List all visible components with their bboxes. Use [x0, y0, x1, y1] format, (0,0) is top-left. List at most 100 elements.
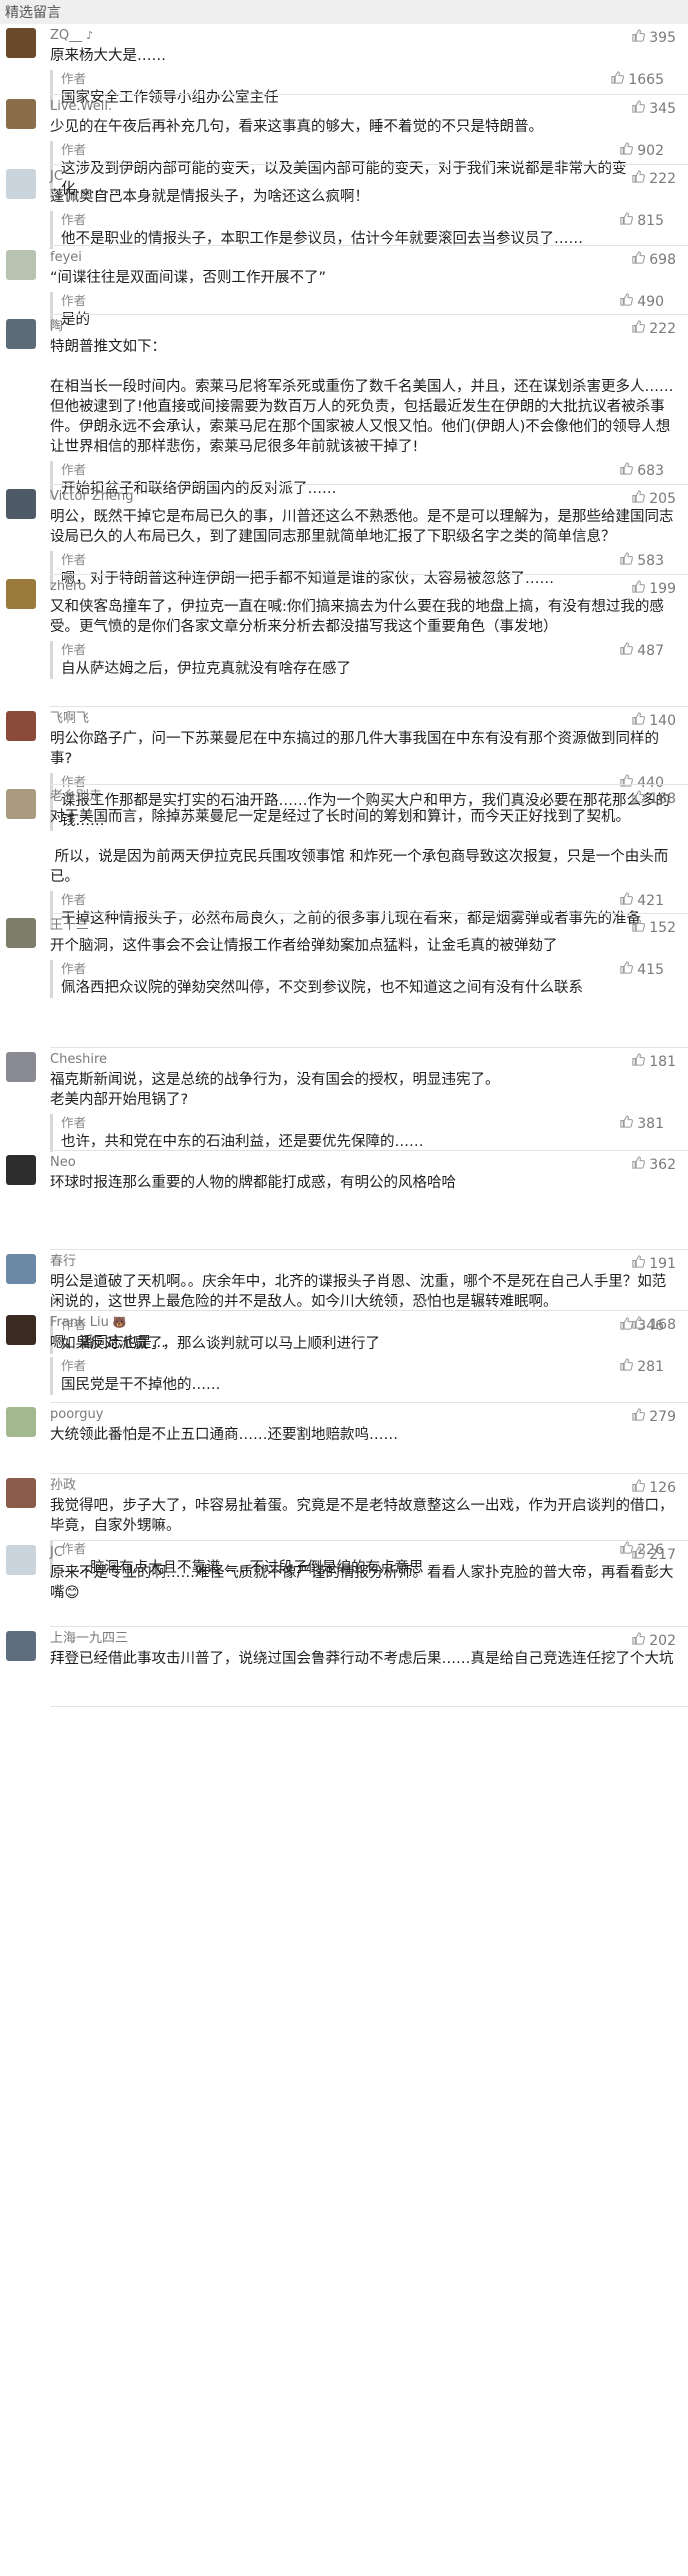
like-button[interactable]: 345 — [631, 99, 676, 118]
like-button[interactable]: 202 — [631, 1631, 676, 1650]
comment-nickname[interactable]: Live.Well. — [50, 95, 676, 117]
nickname-text: poorguy — [50, 1407, 104, 1422]
avatar[interactable] — [6, 319, 36, 349]
comment-text: 对于美国而言，除掉苏莱曼尼一定是经过了长时间的筹划和算计，而今天正好找到了契机。… — [50, 809, 669, 885]
avatar[interactable] — [6, 579, 36, 609]
comment-text: 拜登已经借此事攻击川普了，说绕过国会鲁莽行动不考虑后果……真是给自己竞选连任挖了… — [50, 1651, 674, 1667]
like-count: 126 — [649, 1479, 676, 1496]
nickname-text: 上海一九四三 — [50, 1631, 129, 1646]
nickname-text: 王十三 — [50, 918, 90, 933]
avatar[interactable] — [6, 711, 36, 741]
like-button[interactable]: 205 — [631, 489, 676, 508]
like-count: 199 — [649, 580, 676, 597]
thumb-up-icon — [631, 711, 646, 730]
comment-text: 明公你路子广，问一下苏莱曼尼在中东搞过的那几件大事我国在中东有没有那个资源做到同… — [50, 731, 659, 767]
like-button[interactable]: 199 — [631, 579, 676, 598]
comment-nickname[interactable]: 老乡别走 — [50, 785, 676, 807]
comment-item: ZQ__ ♪ 395 原来杨大大是…… 作者 1665 国家安全工作领导小组办公室主任 — [0, 24, 688, 108]
avatar[interactable] — [6, 1052, 36, 1082]
reply-like-count: 415 — [637, 961, 664, 978]
reply-like-button[interactable]: 381 — [619, 1114, 664, 1133]
like-button[interactable]: 140 — [631, 711, 676, 730]
avatar[interactable] — [6, 918, 36, 948]
author-label: 作者 — [61, 961, 87, 976]
comment-nickname[interactable]: feyei — [50, 246, 676, 268]
like-button[interactable]: 395 — [631, 28, 676, 47]
comment-nickname[interactable]: Cheshire — [50, 1048, 676, 1070]
comment-item: 陶 222 特朗普推文如下： 在相当长一段时间内。索莱马尼将军杀死或重伤了数千名美国… — [0, 315, 688, 499]
comment-text: 福克斯新闻说，这是总统的战争行为，没有国会的授权，明显违宪了。 老美内部开始甩锅… — [50, 1072, 500, 1108]
like-button[interactable]: 181 — [631, 1052, 676, 1071]
comment-nickname[interactable]: 上海一九四三 — [50, 1627, 676, 1649]
reply-text: 自从萨达姆之后，伊拉克真就没有啥存在感了 — [61, 661, 351, 677]
nickname-text: 陶 — [50, 319, 64, 334]
thumb-up-icon — [631, 250, 646, 269]
comment-nickname[interactable]: Victor Zheng — [50, 485, 676, 507]
thumb-up-icon — [619, 960, 634, 979]
like-button[interactable]: 152 — [631, 918, 676, 937]
reply-like-count: 490 — [637, 293, 664, 310]
avatar[interactable] — [6, 1315, 36, 1345]
nickname-text: Frank Liu — [50, 1315, 109, 1330]
reply-like-button[interactable]: 1665 — [610, 70, 664, 89]
reply-like-button[interactable]: 281 — [619, 1357, 664, 1376]
avatar[interactable] — [6, 28, 36, 58]
reply-like-button[interactable]: 902 — [619, 141, 664, 160]
nickname-tag: 🐻 — [112, 1316, 127, 1329]
reply-like-button[interactable]: 487 — [619, 641, 664, 660]
section-header: 精选留言 — [0, 0, 688, 24]
avatar[interactable] — [6, 1155, 36, 1185]
comment-text: 我觉得吧，步子大了，咔容易扯着蛋。究竟是不是老特故意整这么一出戏，作为开启谈判的… — [50, 1498, 674, 1534]
author-reply: 作者 415 佩洛西把众议院的弹劾突然叫停，不交到参议院，也不知道这之间有没有什么联… — [50, 960, 676, 998]
avatar[interactable] — [6, 99, 36, 129]
avatar[interactable] — [6, 489, 36, 519]
nickname-text: 孙政 — [50, 1478, 77, 1493]
reply-like-count: 902 — [637, 142, 664, 159]
reply-like-button[interactable]: 490 — [619, 292, 664, 311]
avatar[interactable] — [6, 1631, 36, 1661]
like-button[interactable]: 279 — [631, 1407, 676, 1426]
avatar[interactable] — [6, 250, 36, 280]
avatar[interactable] — [6, 1478, 36, 1508]
comment-nickname[interactable]: JC — [50, 165, 676, 187]
comment-nickname[interactable]: zhero — [50, 575, 676, 597]
like-button[interactable]: 698 — [631, 250, 676, 269]
comment-text: 少见的在午夜后再补充几句，看来这事真的够大，睡不着觉的不只是特朗普。 — [50, 119, 543, 135]
comment-text: 又和侠客岛撞车了，伊拉克一直在喊:你们搞来搞去为什么要在我的地盘上搞，有没有想过… — [50, 599, 664, 635]
avatar[interactable] — [6, 1407, 36, 1437]
comment-nickname[interactable]: 陶 — [50, 315, 676, 337]
comment-item: 老乡别走 168 对于美国而言，除掉苏莱曼尼一定是经过了长时间的筹划和算计，而今天正… — [0, 785, 688, 929]
like-button[interactable]: 217 — [631, 1545, 676, 1564]
comment-nickname[interactable]: poorguy — [50, 1403, 676, 1425]
like-button[interactable]: 126 — [631, 1478, 676, 1497]
reply-like-button[interactable]: 815 — [619, 211, 664, 230]
reply-like-button[interactable]: 583 — [619, 551, 664, 570]
comment-nickname[interactable]: Neo — [50, 1151, 676, 1173]
like-button[interactable]: 362 — [631, 1155, 676, 1174]
like-button[interactable]: 191 — [631, 1254, 676, 1273]
comment-nickname[interactable]: 孙政 — [50, 1474, 676, 1496]
reply-like-button[interactable]: 415 — [619, 960, 664, 979]
comment-nickname[interactable]: JC — [50, 1541, 676, 1563]
like-button[interactable]: 222 — [631, 169, 676, 188]
avatar[interactable] — [6, 1545, 36, 1575]
comment-item: Live.Well. 345 少见的在午夜后再补充几句，看来这事真的够大，睡不着觉的… — [0, 95, 688, 199]
comment-nickname[interactable]: Frank Liu 🐻 — [50, 1311, 676, 1333]
avatar[interactable] — [6, 169, 36, 199]
comment-nickname[interactable]: 春行 — [50, 1250, 676, 1272]
avatar[interactable] — [6, 789, 36, 819]
like-count: 279 — [649, 1408, 676, 1425]
nickname-tag: ♪ — [86, 29, 94, 42]
like-button[interactable]: 222 — [631, 319, 676, 338]
like-button[interactable]: 168 — [631, 789, 676, 808]
avatar[interactable] — [6, 1254, 36, 1284]
comment-item: 飞啊飞 140 明公你路子广，问一下苏莱曼尼在中东搞过的那几件大事我国在中东有没有那… — [0, 707, 688, 831]
reply-like-button[interactable]: 683 — [619, 461, 664, 480]
comment-nickname[interactable]: ZQ__ ♪ — [50, 24, 676, 46]
comment-nickname[interactable]: 王十三 — [50, 914, 676, 936]
comment-item: 上海一九四三 202 拜登已经借此事攻击川普了，说绕过国会鲁莽行动不考虑后果……真是… — [0, 1627, 688, 1707]
reply-like-button[interactable]: 421 — [619, 891, 664, 910]
comment-item: JC 222 蓬佩奥自己本身就是情报头子，为啥还这么疯啊！ 作者 815 他不是职业的情报… — [0, 165, 688, 249]
like-button[interactable]: 168 — [631, 1315, 676, 1334]
comment-nickname[interactable]: 飞啊飞 — [50, 707, 676, 729]
